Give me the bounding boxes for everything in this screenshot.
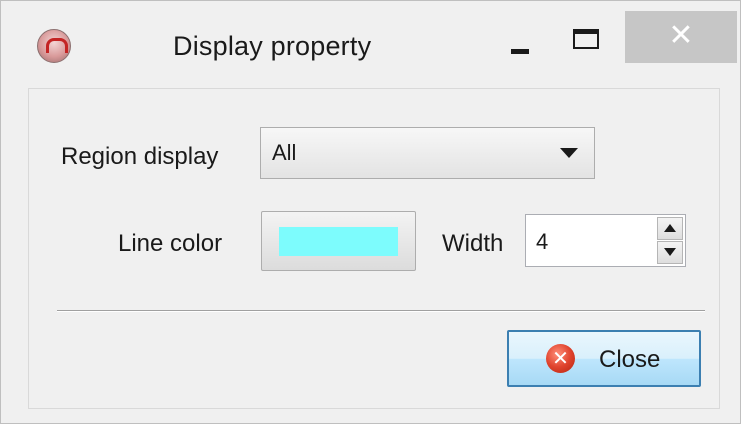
chevron-down-icon xyxy=(560,148,578,158)
minimize-button[interactable] xyxy=(497,11,545,65)
region-display-value: All xyxy=(272,140,297,165)
width-spinner[interactable]: 4 xyxy=(525,214,686,267)
width-value: 4 xyxy=(536,229,549,254)
title-bar[interactable]: Display property ✕ xyxy=(1,1,740,87)
window-title: Display property xyxy=(173,31,372,61)
separator xyxy=(57,310,705,312)
close-icon: ✕ xyxy=(546,344,575,373)
spin-down-icon[interactable] xyxy=(657,241,683,264)
spinner-buttons xyxy=(657,217,683,264)
region-display-label: Region display xyxy=(61,143,219,170)
line-color-label: Line color xyxy=(118,230,223,257)
close-button[interactable]: ✕ Close xyxy=(507,330,701,387)
app-icon[interactable] xyxy=(37,29,71,63)
maximize-button[interactable] xyxy=(557,11,617,65)
region-display-dropdown[interactable]: All xyxy=(260,127,595,179)
width-label: Width xyxy=(442,230,504,257)
line-color-button[interactable] xyxy=(261,211,416,271)
color-swatch xyxy=(279,227,398,256)
close-button-label: Close xyxy=(599,346,661,373)
dialog-window: Display property ✕ Region display All Li… xyxy=(0,0,741,424)
title-close-button[interactable]: ✕ xyxy=(625,11,737,63)
spin-up-icon[interactable] xyxy=(657,217,683,240)
